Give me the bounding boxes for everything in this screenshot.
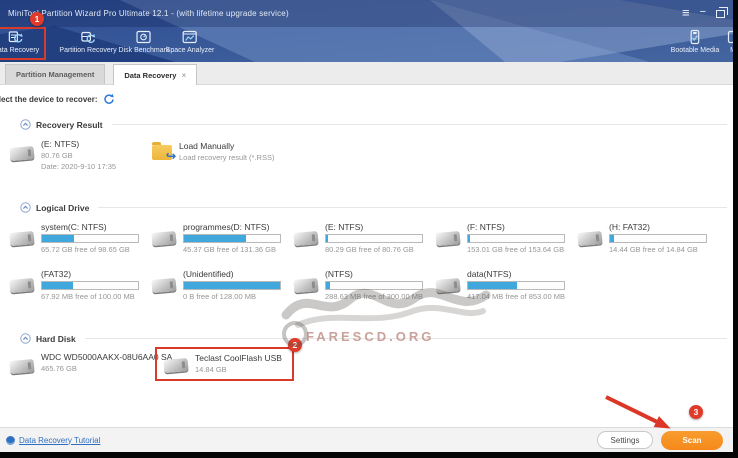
hard-disk-item-wdc[interactable]: WDC WD5000AAKX-08U6AA0 SA.. 465.76 GB [10, 352, 177, 373]
toolbar-bootable-media[interactable]: Bootable Media [671, 29, 720, 54]
drive-item-fat32[interactable]: (FAT32) 67.92 MB free of 100.00 MB [10, 269, 139, 301]
annotation-step-3-badge: 3 [689, 405, 703, 419]
section-logical-drive: Logical Drive [20, 202, 727, 213]
annotation-step-1-badge: 1 [30, 12, 44, 26]
more-tool-icon [727, 29, 733, 45]
usage-bar [325, 281, 423, 290]
collapse-chevron-icon[interactable] [20, 202, 31, 213]
app-header: MiniTool Partition Wizard Pro Ultimate 1… [0, 0, 733, 62]
toolbar-disk-benchmark[interactable]: Disk Benchmark [119, 29, 170, 54]
folder-icon: ↪ [152, 145, 172, 160]
load-manually-item[interactable]: ↪ Load Manually Load recovery result (*.… [152, 139, 274, 162]
section-title: Hard Disk [36, 334, 76, 344]
usage-bar [41, 281, 139, 290]
annotation-box-data-recovery [0, 27, 46, 60]
toolbar: Data Recovery Partition Recovery Disk Be… [0, 27, 733, 62]
section-title: Recovery Result [36, 120, 103, 130]
toolbar-space-analyzer[interactable]: Space Analyzer [166, 29, 215, 54]
section-recovery-result: Recovery Result [20, 119, 727, 130]
load-arrow-icon: ↪ [166, 149, 176, 163]
usage-bar [183, 234, 281, 243]
toolbar-more[interactable]: Mo [727, 29, 733, 54]
toolbar-partition-recovery[interactable]: Partition Recovery [59, 29, 116, 54]
usage-bar [609, 234, 707, 243]
disk-drive-icon [293, 231, 318, 246]
annotation-arrow-to-scan [598, 392, 690, 436]
drive-item-unidentified[interactable]: (Unidentified) 0 B free of 128.00 MB [152, 269, 281, 301]
data-recovery-tutorial-link[interactable]: Data Recovery Tutorial [19, 436, 100, 445]
load-manually-desc: Load recovery result (*.RSS) [179, 153, 274, 162]
annotation-box-teclast: 2 Teclast CoolFlash USB 14.84 GB [155, 347, 294, 381]
section-hard-disk: Hard Disk [20, 333, 727, 344]
recovery-result-item[interactable]: (E: NTFS) 80.76 GB Date: 2020-9-10 17:35 [10, 139, 116, 171]
disk-drive-icon [9, 359, 34, 374]
tab-close-icon[interactable]: × [181, 71, 186, 80]
drive-item-ntfs[interactable]: (NTFS) 288.63 MB free of 300.00 MB [294, 269, 423, 301]
title-bar: MiniTool Partition Wizard Pro Ultimate 1… [0, 0, 733, 27]
refresh-icon[interactable] [103, 93, 115, 105]
usage-bar [183, 281, 281, 290]
usage-bar [325, 234, 423, 243]
space-analyzer-icon [182, 29, 198, 45]
restore-window-icon[interactable] [716, 10, 725, 18]
drive-item-system-c[interactable]: system(C: NTFS) 65.72 GB free of 98.65 G… [10, 222, 139, 254]
tab-strip: Partition Management Data Recovery × [0, 62, 733, 85]
usage-bar [467, 234, 565, 243]
partition-recovery-icon [80, 29, 96, 45]
tutorial-icon [6, 436, 15, 445]
recovery-date: Date: 2020-9-10 17:35 [41, 162, 116, 171]
collapse-chevron-icon[interactable] [20, 119, 31, 130]
tab-data-recovery[interactable]: Data Recovery × [113, 64, 197, 85]
hamburger-menu-icon[interactable]: ≡ [682, 6, 690, 19]
drive-item-h[interactable]: (H: FAT32) 14.44 GB free of 14.84 GB [578, 222, 707, 254]
drive-item-f[interactable]: (F: NTFS) 153.01 GB free of 153.64 GB [436, 222, 565, 254]
drive-item-e[interactable]: (E: NTFS) 80.29 GB free of 80.76 GB [294, 222, 423, 254]
disk-benchmark-icon [136, 29, 152, 45]
select-device-label: Select the device to recover: [0, 95, 98, 104]
data-recovery-panel: Select the device to recover: Recovery R… [0, 85, 733, 427]
disk-drive-icon [151, 231, 176, 246]
bootable-media-icon [687, 29, 703, 45]
drive-item-data-ntfs[interactable]: data(NTFS) 417.04 MB free of 853.00 MB [436, 269, 565, 301]
disk-drive-icon [577, 231, 602, 246]
disk-drive-icon [163, 358, 188, 373]
disk-drive-icon [435, 278, 460, 293]
disk-drive-icon [293, 278, 318, 293]
load-manually-title: Load Manually [179, 141, 274, 151]
app-window: MiniTool Partition Wizard Pro Ultimate 1… [0, 0, 733, 452]
hard-disk-item-teclast[interactable]: Teclast CoolFlash USB 14.84 GB [195, 353, 282, 374]
section-title: Logical Drive [36, 203, 89, 213]
disk-drive-icon [151, 278, 176, 293]
tab-partition-management[interactable]: Partition Management [5, 64, 105, 84]
recovery-partition-name: (E: NTFS) [41, 139, 116, 149]
minimize-icon[interactable]: − [700, 7, 706, 18]
usage-bar [467, 281, 565, 290]
recovery-partition-size: 80.76 GB [41, 151, 116, 160]
collapse-chevron-icon[interactable] [20, 333, 31, 344]
disk-drive-icon [435, 231, 460, 246]
annotation-step-2-badge: 2 [288, 338, 302, 352]
disk-drive-icon [9, 278, 34, 293]
usage-bar [41, 234, 139, 243]
disk-drive-icon [9, 146, 34, 161]
disk-drive-icon [9, 231, 34, 246]
drive-item-programmes-d[interactable]: programmes(D: NTFS) 45.37 GB free of 131… [152, 222, 281, 254]
